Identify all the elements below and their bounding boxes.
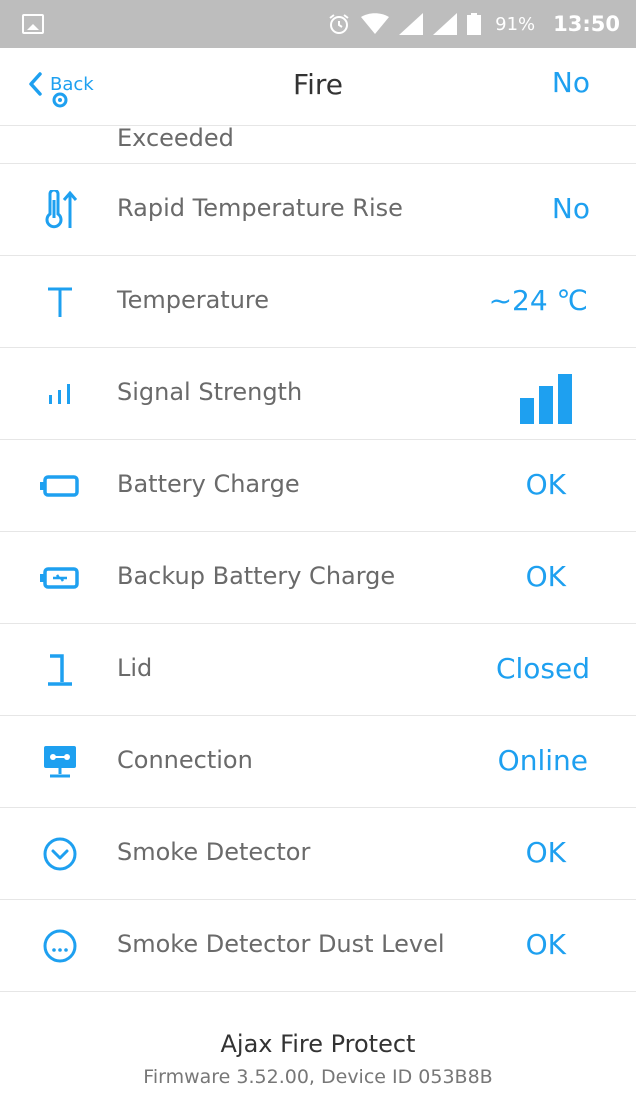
row-value: OK — [525, 468, 566, 501]
device-name: Ajax Fire Protect — [220, 1030, 416, 1058]
status-bar: 91% 13:50 — [0, 0, 636, 48]
row-value: Closed — [495, 652, 590, 685]
battery-percent: 91% — [495, 13, 536, 35]
status-icons: 91% 13:50 — [327, 12, 620, 36]
row-exceeded: Exceeded No — [0, 72, 636, 164]
image-notification-icon — [22, 14, 44, 34]
signal-strength-icon — [38, 372, 82, 416]
row-label: Lid — [117, 654, 153, 682]
connection-icon — [38, 740, 82, 784]
row-signal-strength: Signal Strength — [0, 348, 636, 440]
row-label: Battery Charge — [117, 470, 300, 498]
temperature-t-icon — [38, 280, 82, 324]
row-value: OK — [525, 836, 566, 869]
signal-strength-indicator — [520, 374, 572, 424]
row-label: Smoke Detector — [117, 838, 311, 866]
device-footer: Ajax Fire Protect Firmware 3.52.00, Devi… — [0, 1030, 636, 1088]
row-label: Smoke Detector Dust Level — [117, 930, 445, 958]
wifi-icon — [361, 13, 390, 34]
row-value: OK — [525, 928, 566, 961]
lid-icon — [38, 648, 82, 692]
row-backup-battery-charge: Backup Battery Charge OK — [0, 532, 636, 624]
signal-bar — [539, 386, 553, 424]
cell-signal-2-icon — [433, 13, 458, 35]
smoke-detector-icon — [38, 832, 82, 876]
thermometer-rise-icon — [38, 188, 82, 232]
row-label: Rapid Temperature Rise — [117, 194, 403, 222]
row-rapid-temperature-rise: Rapid Temperature Rise No — [0, 164, 636, 256]
device-info: Firmware 3.52.00, Device ID 053B8B — [143, 1066, 493, 1088]
row-label: Exceeded — [117, 124, 234, 152]
thermometer-drop-icon — [38, 78, 82, 122]
row-value: OK — [525, 560, 566, 593]
row-battery-charge: Battery Charge OK — [0, 440, 636, 532]
backup-battery-icon — [38, 556, 82, 600]
battery-status-icon — [467, 13, 482, 35]
alarm-icon — [329, 14, 349, 34]
row-label: Backup Battery Charge — [117, 562, 396, 590]
row-label: Signal Strength — [117, 378, 303, 406]
row-temperature: Temperature ~24 ℃ — [0, 256, 636, 348]
dust-level-icon — [38, 924, 82, 968]
row-value: No — [551, 192, 590, 225]
row-label: Temperature — [117, 286, 270, 314]
row-label: Connection — [117, 746, 253, 774]
cell-signal-icon — [399, 13, 424, 35]
battery-icon — [38, 464, 82, 508]
clock: 13:50 — [553, 12, 620, 36]
signal-bar — [520, 398, 534, 424]
row-lid: Lid Closed — [0, 624, 636, 716]
row-connection: Connection Online — [0, 716, 636, 808]
row-value: Online — [497, 744, 588, 777]
row-value: ~24 ℃ — [488, 284, 588, 317]
signal-bar — [558, 374, 572, 424]
row-smoke-detector: Smoke Detector OK — [0, 808, 636, 900]
row-value: No — [551, 72, 590, 99]
row-smoke-detector-dust-level: Smoke Detector Dust Level OK — [0, 900, 636, 992]
